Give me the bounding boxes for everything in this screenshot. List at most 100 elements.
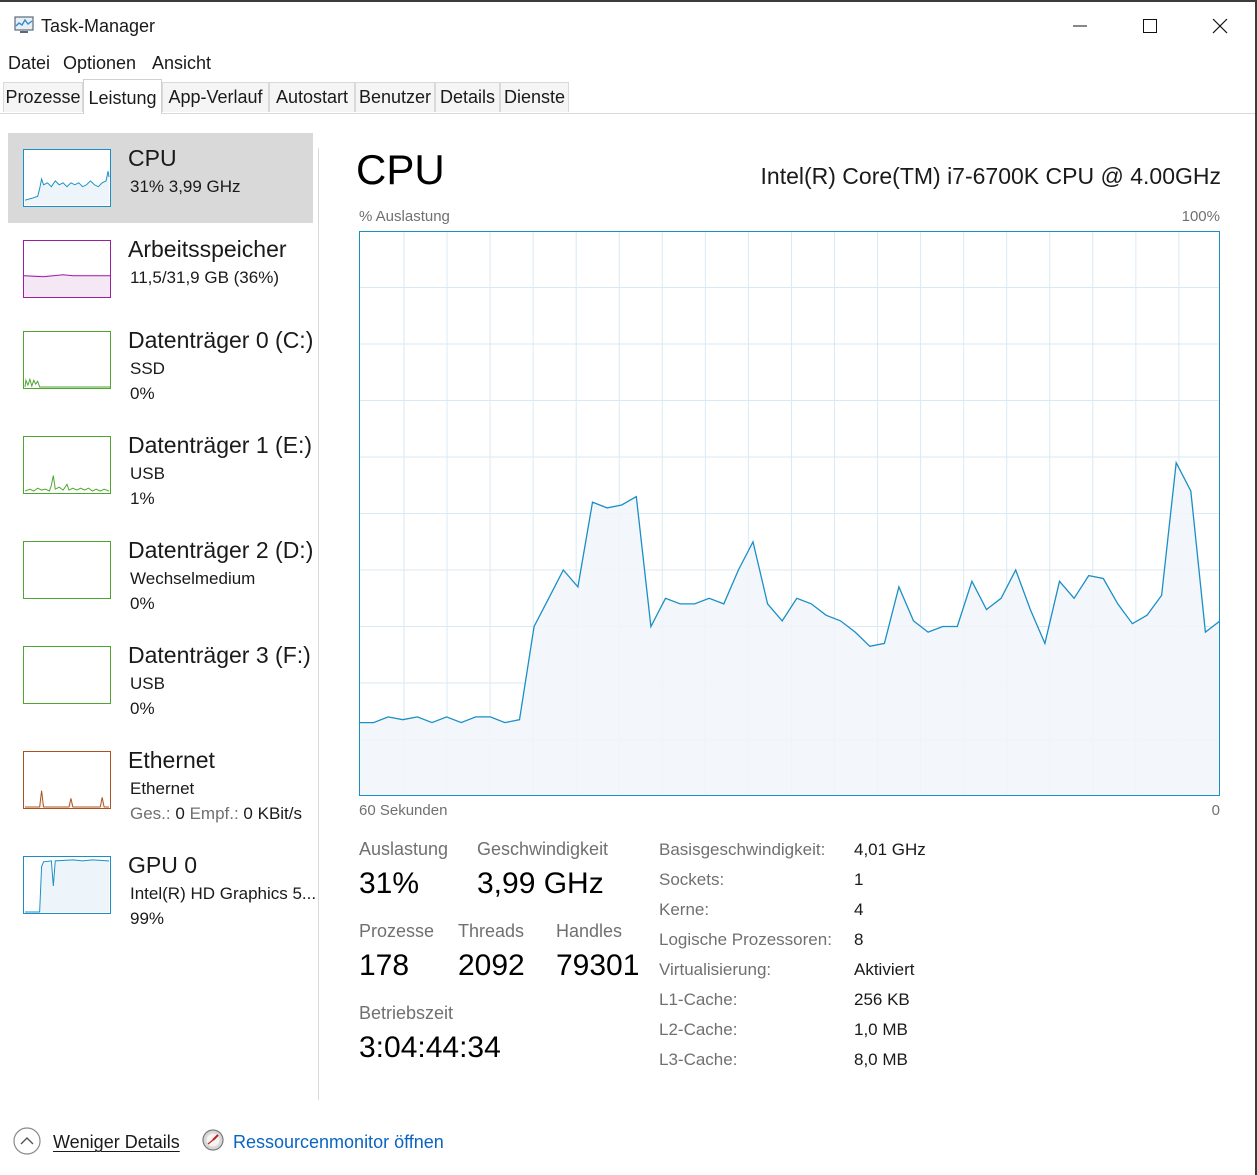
spec-value-logische-prozessoren: 8 [854, 930, 864, 949]
sidebar-title-disk-3: Datenträger 3 (F:) [128, 642, 311, 668]
spec-value-l2-cache: 1,0 MB [854, 1020, 908, 1039]
spec-label-sockets: Sockets: [659, 870, 725, 889]
resource-monitor-icon-wrap[interactable] [201, 1128, 225, 1152]
spec-label-l1-cache: L1-Cache: [659, 990, 738, 1009]
maximize-icon [1143, 19, 1157, 33]
disk0-thumbnail-graph [23, 331, 111, 389]
menu-optionen[interactable]: Optionen [63, 53, 136, 74]
minimize-button[interactable] [1045, 4, 1115, 48]
tab-prozesse[interactable]: Prozesse [3, 82, 83, 112]
sidebar-item-disk-3[interactable]: Datenträger 3 (F:) USB 0% [8, 630, 313, 720]
sidebar-value-gpu: 99% [130, 909, 165, 928]
sidebar-sub-disk-0: SSD [130, 359, 165, 378]
menu-ansicht[interactable]: Ansicht [152, 53, 211, 74]
title-bar[interactable]: Task-Manager [0, 2, 1255, 46]
sidebar-sub-memory: 11,5/31,9 GB (36%) [130, 268, 279, 287]
spec-label-virtualisierung: Virtualisierung: [659, 960, 772, 979]
spec-value-sockets: 1 [854, 870, 864, 889]
tab-dienste[interactable]: Dienste [500, 82, 569, 112]
sidebar-sub-disk-2: Wechselmedium [130, 569, 256, 588]
spec-value-virtualisierung: Aktiviert [854, 960, 915, 979]
stat-label-geschwindigkeit: Geschwindigkeit [477, 839, 609, 859]
stat-value-betriebszeit: 3:04:44:34 [359, 1031, 501, 1064]
tab-bar: Prozesse Leistung App-Verlauf Autostart … [0, 76, 1255, 114]
sidebar-divider [318, 148, 319, 1100]
stat-label-prozesse: Prozesse [359, 921, 435, 941]
resource-monitor-icon [202, 1129, 224, 1151]
tab-app-verlauf[interactable]: App-Verlauf [162, 82, 269, 112]
tab-leistung[interactable]: Leistung [83, 79, 162, 114]
spec-value-basisgeschwindigkeit: 4,01 GHz [854, 840, 926, 859]
spec-label-kerne: Kerne: [659, 900, 710, 919]
close-button[interactable] [1185, 4, 1255, 48]
sidebar-item-disk-1[interactable]: Datenträger 1 (E:) USB 1% [8, 420, 313, 510]
sidebar-value-disk-2: 0% [130, 594, 155, 613]
disk1-thumbnail-graph [23, 436, 111, 494]
sidebar-value-ethernet: Ges.: 0 Empf.: 0 KBit/s [130, 804, 302, 824]
sidebar-item-disk-2[interactable]: Datenträger 2 (D:) Wechselmedium 0% [8, 525, 313, 615]
spec-label-l3-cache: L3-Cache: [659, 1050, 738, 1069]
sidebar-title-ethernet: Ethernet [128, 747, 215, 773]
sidebar-title-gpu: GPU 0 [128, 852, 198, 878]
minimize-icon [1073, 25, 1087, 27]
gpu-thumbnail-graph [23, 856, 111, 914]
sidebar-item-memory[interactable]: Arbeitsspeicher 11,5/31,9 GB (36%) [8, 224, 313, 314]
sidebar-title-disk-2: Datenträger 2 (D:) [128, 537, 314, 563]
menu-bar: Datei Optionen Ansicht [0, 50, 1255, 76]
task-manager-app-icon [14, 16, 34, 33]
footer-bar: Weniger Details Ressourcenmonitor öffnen [0, 1110, 1255, 1175]
stat-label-handles: Handles [556, 921, 623, 941]
stat-label-threads: Threads [458, 921, 525, 941]
tab-details[interactable]: Details [435, 82, 500, 112]
ethernet-send-value: 0 [175, 804, 185, 823]
disk2-thumbnail-graph [23, 541, 111, 599]
sidebar-title-memory: Arbeitsspeicher [128, 236, 287, 262]
sidebar-title-cpu: CPU [128, 145, 177, 171]
stat-label-betriebszeit: Betriebszeit [359, 1003, 454, 1023]
ethernet-thumbnail-graph [23, 751, 111, 809]
sidebar-item-gpu[interactable]: GPU 0 Intel(R) HD Graphics 5... 99% [8, 840, 317, 930]
chart-y-label: % Auslastung [359, 208, 450, 225]
spec-label-l2-cache: L2-Cache: [659, 1020, 738, 1039]
spec-value-l1-cache: 256 KB [854, 990, 910, 1009]
tab-benutzer[interactable]: Benutzer [355, 82, 435, 112]
sidebar-item-ethernet[interactable]: Ethernet Ethernet Ges.: 0 Empf.: 0 KBit/… [8, 735, 313, 825]
ethernet-recv-label: Empf.: [189, 804, 239, 823]
sidebar-sub-gpu: Intel(R) HD Graphics 5... [130, 884, 317, 903]
chevron-up-circle-icon [13, 1127, 41, 1155]
chart-y-max-label: 100% [1181, 208, 1220, 225]
sidebar-title-disk-1: Datenträger 1 (E:) [128, 432, 313, 458]
maximize-button[interactable] [1115, 4, 1185, 48]
stat-value-threads: 2092 [458, 949, 525, 982]
sidebar-title-disk-0: Datenträger 0 (C:) [128, 327, 314, 353]
close-icon [1212, 18, 1228, 34]
fewer-details-link[interactable]: Weniger Details [53, 1132, 180, 1153]
spec-value-l3-cache: 8,0 MB [854, 1050, 908, 1069]
stat-value-auslastung: 31% [359, 867, 420, 900]
sidebar-sub-disk-3: USB [130, 674, 165, 693]
performance-sidebar: CPU 31% 3,99 GHz Arbeitsspeicher 11,5/31… [0, 114, 318, 1104]
sidebar-value-disk-3: 0% [130, 699, 155, 718]
spec-label-logische-prozessoren: Logische Prozessoren: [659, 930, 832, 949]
stat-value-geschwindigkeit: 3,99 GHz [477, 867, 604, 900]
sidebar-sub-ethernet: Ethernet [130, 779, 195, 798]
stat-value-prozesse: 178 [359, 949, 410, 982]
page-title: CPU [356, 146, 445, 193]
spec-label-basisgeschwindigkeit: Basisgeschwindigkeit: [659, 840, 826, 859]
fewer-details-button[interactable] [12, 1126, 42, 1156]
cpu-thumbnail-graph [23, 149, 111, 207]
chart-x-label: 60 Sekunden [359, 802, 448, 819]
chart-x-min-label: 0 [1211, 802, 1220, 819]
stat-label-auslastung: Auslastung [359, 839, 449, 859]
resource-monitor-link[interactable]: Ressourcenmonitor öffnen [233, 1132, 444, 1153]
sidebar-item-cpu[interactable]: CPU 31% 3,99 GHz [8, 133, 313, 223]
sidebar-value-disk-1: 1% [130, 489, 155, 508]
tab-autostart[interactable]: Autostart [269, 82, 355, 112]
stat-value-handles: 79301 [556, 949, 640, 982]
sidebar-sub-disk-1: USB [130, 464, 165, 483]
sidebar-item-disk-0[interactable]: Datenträger 0 (C:) SSD 0% [8, 315, 313, 405]
sidebar-sub-cpu: 31% 3,99 GHz [130, 177, 241, 196]
disk3-thumbnail-graph [23, 646, 111, 704]
sidebar-value-disk-0: 0% [130, 384, 155, 403]
menu-datei[interactable]: Datei [8, 53, 50, 74]
